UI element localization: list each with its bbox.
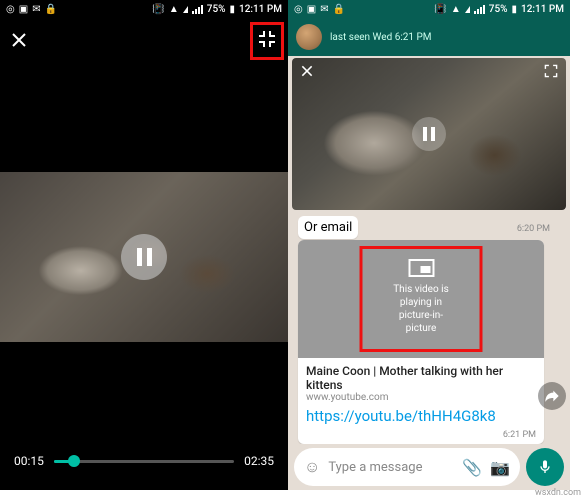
link-source: www.youtube.com [306, 392, 536, 403]
message-text: Or email [304, 220, 352, 235]
status-bar: ◎ ▣ ✉ 🔒 📳 ▲ 75% ▮ 12:11 PM [288, 0, 570, 18]
fullscreen-icon[interactable] [544, 64, 558, 78]
link-url[interactable]: https://youtu.be/thHH4G8k8 [298, 405, 544, 430]
wifi-icon: ▲ [169, 4, 179, 15]
forward-button[interactable] [538, 382, 566, 410]
emoji-icon[interactable]: ☺ [304, 457, 320, 477]
battery-text: 75% [207, 4, 226, 15]
seek-track[interactable] [54, 460, 234, 463]
phone-right-whatsapp: ◎ ▣ ✉ 🔒 📳 ▲ 75% ▮ 12:11 PM last seen Wed… [288, 0, 570, 490]
clock-text: 12:11 PM [239, 4, 282, 15]
video-viewport[interactable] [0, 172, 288, 342]
message-input[interactable]: ☺ Type a message 📎 📷 [294, 448, 520, 486]
pip-message-line: picture-in-picture [391, 309, 452, 335]
lock-icon: 🔒 [333, 4, 345, 15]
pause-button[interactable] [412, 117, 446, 151]
link-preview-card[interactable]: This video is playing in picture-in-pict… [298, 240, 544, 444]
close-icon[interactable] [300, 64, 314, 78]
cell-signal-icon [192, 5, 203, 14]
exit-fullscreen-icon[interactable] [257, 29, 277, 49]
pause-button[interactable] [121, 234, 167, 280]
attach-icon[interactable]: 📎 [462, 458, 482, 477]
vibrate-icon: 📳 [434, 4, 446, 15]
notification-icon: ◎ [6, 4, 15, 15]
battery-icon: ▮ [512, 4, 518, 15]
time-total: 02:35 [244, 454, 274, 468]
mail-icon: ✉ [320, 4, 328, 15]
status-bar: ◎ ▣ ✉ 🔒 📳 ▲ 75% ▮ 12:11 PM [0, 0, 288, 18]
vibrate-icon: 📳 [152, 4, 164, 15]
mail-icon: ✉ [32, 4, 40, 15]
notification-icon: ▣ [307, 4, 316, 15]
signal-icon [465, 6, 470, 13]
battery-text: 75% [489, 4, 508, 15]
link-preview-thumbnail: This video is playing in picture-in-pict… [298, 240, 544, 358]
clock-text: 12:11 PM [521, 4, 564, 15]
message-timestamp: 6:21 PM [298, 430, 544, 444]
last-seen-text: last seen Wed 6:21 PM [330, 32, 432, 43]
watermark-text: wsxdn.com [535, 488, 581, 498]
player-top-bar [0, 18, 288, 62]
annotation-highlight-pip-message: This video is playing in picture-in-pict… [360, 246, 483, 352]
cell-signal-icon [474, 5, 485, 14]
close-icon[interactable] [10, 31, 28, 49]
battery-icon: ▮ [230, 4, 236, 15]
chat-header[interactable]: last seen Wed 6:21 PM [288, 18, 570, 56]
chat-area[interactable]: Or email 6:20 PM This video is playing i… [288, 56, 570, 444]
message-timestamp: 6:20 PM [517, 224, 550, 234]
link-title: Maine Coon | Mother talking with her kit… [306, 364, 536, 392]
avatar[interactable] [296, 24, 322, 50]
camera-icon[interactable]: 📷 [490, 458, 510, 477]
lock-icon: 🔒 [45, 4, 57, 15]
progress-bar-row: 00:15 02:35 [14, 454, 274, 468]
pip-icon [408, 259, 434, 277]
time-current: 00:15 [14, 454, 44, 468]
message-bubble-incoming[interactable]: Or email [298, 216, 358, 239]
annotation-highlight-exit-fullscreen [250, 22, 284, 60]
phone-left-video-player: ◎ ▣ ✉ 🔒 📳 ▲ 75% ▮ 12:11 PM [0, 0, 288, 490]
notification-icon: ◎ [294, 4, 303, 15]
mic-button[interactable] [526, 448, 564, 486]
input-placeholder: Type a message [328, 460, 454, 475]
wifi-icon: ▲ [451, 4, 461, 15]
signal-icon [183, 6, 188, 13]
notification-icon: ▣ [19, 4, 28, 15]
message-composer: ☺ Type a message 📎 📷 [288, 444, 570, 490]
pip-message-line: This video is playing in [391, 283, 452, 309]
pip-video-overlay[interactable] [292, 58, 566, 210]
seek-thumb[interactable] [68, 455, 80, 467]
